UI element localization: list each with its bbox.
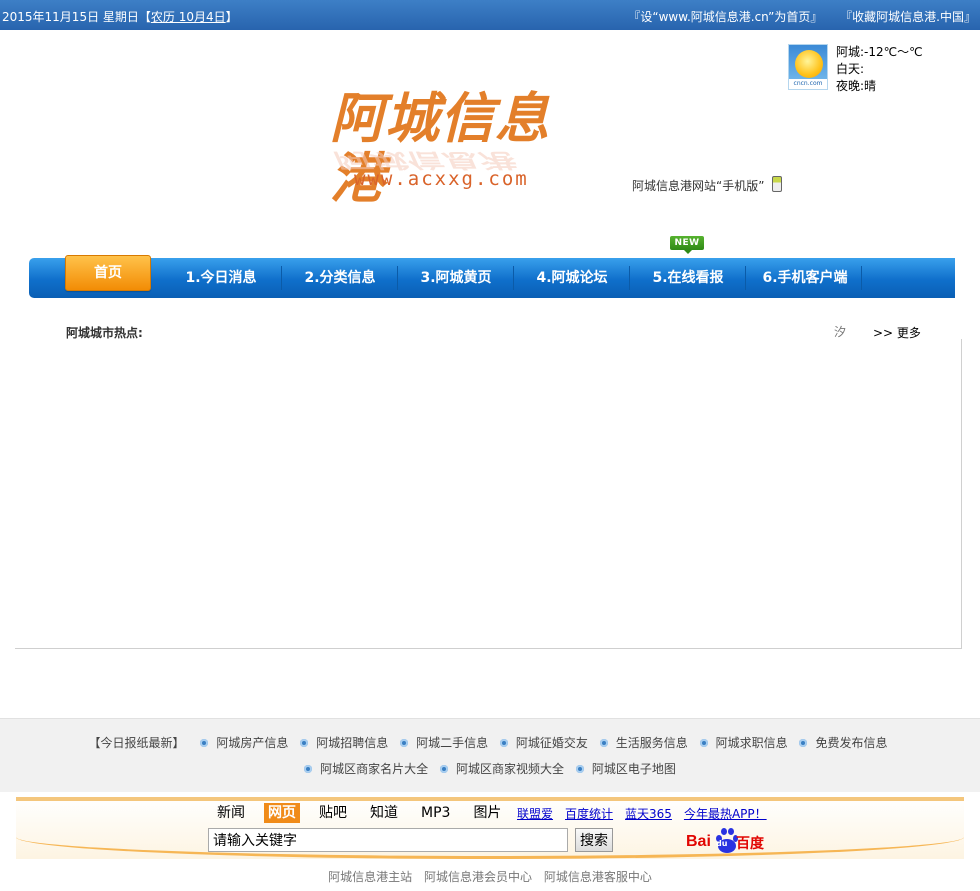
top-actions: 『设“www.阿城信息港.cn”为首页』 『收藏阿城信息港.中国』 — [614, 8, 976, 25]
footer-links: 【今日报纸最新】 阿城房产信息 阿城招聘信息 阿城二手信息 阿城征婚交友 生活服… — [0, 718, 980, 792]
footer-link-item[interactable]: 阿城区商家视频大全 — [439, 760, 564, 777]
date-text: 2015年11月15日 星期日 — [2, 10, 139, 24]
lunar-date-link[interactable]: 农历 10月4日 — [151, 10, 226, 24]
baidu-search-tabs: 新闻 网页 贴吧 知道 MP3 图片 — [213, 803, 520, 823]
baidu-logo-cn: 百度 — [736, 836, 764, 852]
footer-link-item[interactable]: 阿城房产信息 — [200, 734, 288, 751]
search-tab-zhidao[interactable]: 知道 — [366, 803, 402, 823]
footer-link-item[interactable]: 阿城二手信息 — [400, 734, 488, 751]
baidu-logo-bai: Bai — [686, 833, 711, 850]
bullet-icon — [200, 739, 209, 747]
weather-city-temp: 阿城:-12℃～℃ — [836, 45, 923, 59]
sunny-icon: cncn.com — [788, 44, 828, 90]
mobile-version-link[interactable]: 阿城信息港网站“手机版” — [632, 176, 783, 194]
bullet-icon — [304, 765, 313, 773]
baidu-search-box: 新闻网页贴吧知道 MP3 图片 联盟爱百度统计蓝天365 今年最热APP！ 搜索 Ba… — [16, 797, 964, 859]
nav-item-mobile-client[interactable]: 6.手机客户端 — [747, 258, 863, 298]
search-tab-tieba[interactable]: 贴吧 — [315, 803, 351, 823]
mobile-phone-icon — [772, 176, 783, 192]
bottom-link-main-site[interactable]: 阿城信息港主站 — [328, 870, 412, 884]
footer-link-item[interactable]: 阿城区电子地图 — [575, 760, 676, 777]
site-logo[interactable]: 阿城信息港 阿城信息港 www.acxxg.com — [330, 88, 590, 208]
search-tab-mp3[interactable]: MP3 — [417, 803, 454, 823]
bullet-icon — [300, 739, 309, 747]
search-tab-news[interactable]: 新闻 — [213, 803, 249, 823]
baidu-link-lantian[interactable]: 蓝天365 — [625, 807, 672, 821]
weather-source-label: cncn.com — [789, 79, 827, 89]
footer-links-row-1: 【今日报纸最新】 阿城房产信息 阿城招聘信息 阿城二手信息 阿城征婚交友 生活服… — [0, 734, 980, 751]
set-homepage-link[interactable]: 『设“www.阿城信息港.cn”为首页』 — [628, 10, 822, 24]
weather-day: 白天: — [836, 62, 865, 76]
footer-link-item[interactable]: 免费发布信息 — [799, 734, 887, 751]
nav-item-yellow-pages[interactable]: 3.阿城黄页 — [399, 258, 513, 298]
hotspot-glyph: 汐 — [834, 325, 847, 339]
search-tab-web[interactable]: 网页 — [264, 803, 300, 823]
baidu-logo-du: du — [716, 839, 728, 848]
new-badge: NEW — [670, 236, 704, 254]
weather-text: 阿城:-12℃～℃ 白天: 夜晚:晴 — [836, 44, 923, 95]
footer-link-item[interactable]: 生活服务信息 — [599, 734, 688, 751]
weather-widget: cncn.com 阿城:-12℃～℃ 白天: 夜晚:晴 — [788, 44, 968, 94]
search-tab-images[interactable]: 图片 — [469, 803, 505, 823]
baidu-extra-links: 联盟爱 百度统计 蓝天365 今年最热APP！ — [517, 805, 779, 822]
baidu-logo[interactable]: Bai du 百度 — [686, 827, 776, 855]
nav-item-today-news[interactable]: 1.今日消息 — [163, 258, 279, 298]
baidu-link-stats[interactable]: 百度统计 — [565, 807, 613, 821]
top-bar: 2015年11月15日 星期日【农历 10月4日】 『设“www.阿城信息港.c… — [0, 0, 980, 30]
weather-night: 夜晚:晴 — [836, 79, 877, 93]
bullet-icon — [575, 765, 584, 773]
footer-link-item[interactable]: 阿城征婚交友 — [499, 734, 588, 751]
bullet-icon — [439, 765, 448, 773]
baidu-search-button[interactable]: 搜索 — [575, 828, 613, 852]
baidu-link-union[interactable]: 联盟爱 — [517, 807, 553, 821]
lunar-bracket-open: 【 — [138, 10, 151, 24]
nav-item-online-newspaper[interactable]: 5.在线看报 — [631, 258, 745, 298]
bottom-links: 阿城信息港主站 阿城信息港会员中心 阿城信息港客服中心 — [0, 868, 980, 885]
lunar-bracket-close: 】 — [225, 10, 238, 24]
logo-url: www.acxxg.com — [354, 168, 529, 190]
footer-link-item[interactable]: 阿城招聘信息 — [300, 734, 388, 751]
footer-link-item[interactable]: 阿城区商家名片大全 — [304, 760, 428, 777]
bullet-icon — [499, 739, 508, 747]
bottom-link-service-center[interactable]: 阿城信息港客服中心 — [544, 870, 652, 884]
date-line: 2015年11月15日 星期日【农历 10月4日】 — [2, 8, 238, 25]
bullet-icon — [699, 739, 708, 747]
hotspot-content-area — [15, 339, 962, 649]
footer-link-item[interactable]: 阿城求职信息 — [699, 734, 788, 751]
nav-item-forum[interactable]: 4.阿城论坛 — [515, 258, 629, 298]
today-newspaper-link[interactable]: 【今日报纸最新】 — [89, 736, 185, 750]
mobile-version-text: 阿城信息港网站“手机版” — [632, 179, 765, 193]
bullet-icon — [599, 739, 608, 747]
bullet-icon — [799, 739, 808, 747]
footer-links-row-2: 阿城区商家名片大全 阿城区商家视频大全 阿城区电子地图 — [0, 760, 980, 777]
baidu-link-app[interactable]: 今年最热APP！ — [684, 807, 767, 821]
nav-item-classified[interactable]: 2.分类信息 — [283, 258, 397, 298]
bookmark-link[interactable]: 『收藏阿城信息港.中国』 — [840, 10, 976, 24]
baidu-search-input[interactable] — [208, 828, 568, 852]
bullet-icon — [400, 739, 409, 747]
bottom-link-member-center[interactable]: 阿城信息港会员中心 — [424, 870, 532, 884]
nav-item-home[interactable]: 首页 — [65, 255, 151, 291]
main-nav: 1.今日消息 2.分类信息 3.阿城黄页 4.阿城论坛 5.在线看报 6.手机客… — [29, 258, 955, 298]
